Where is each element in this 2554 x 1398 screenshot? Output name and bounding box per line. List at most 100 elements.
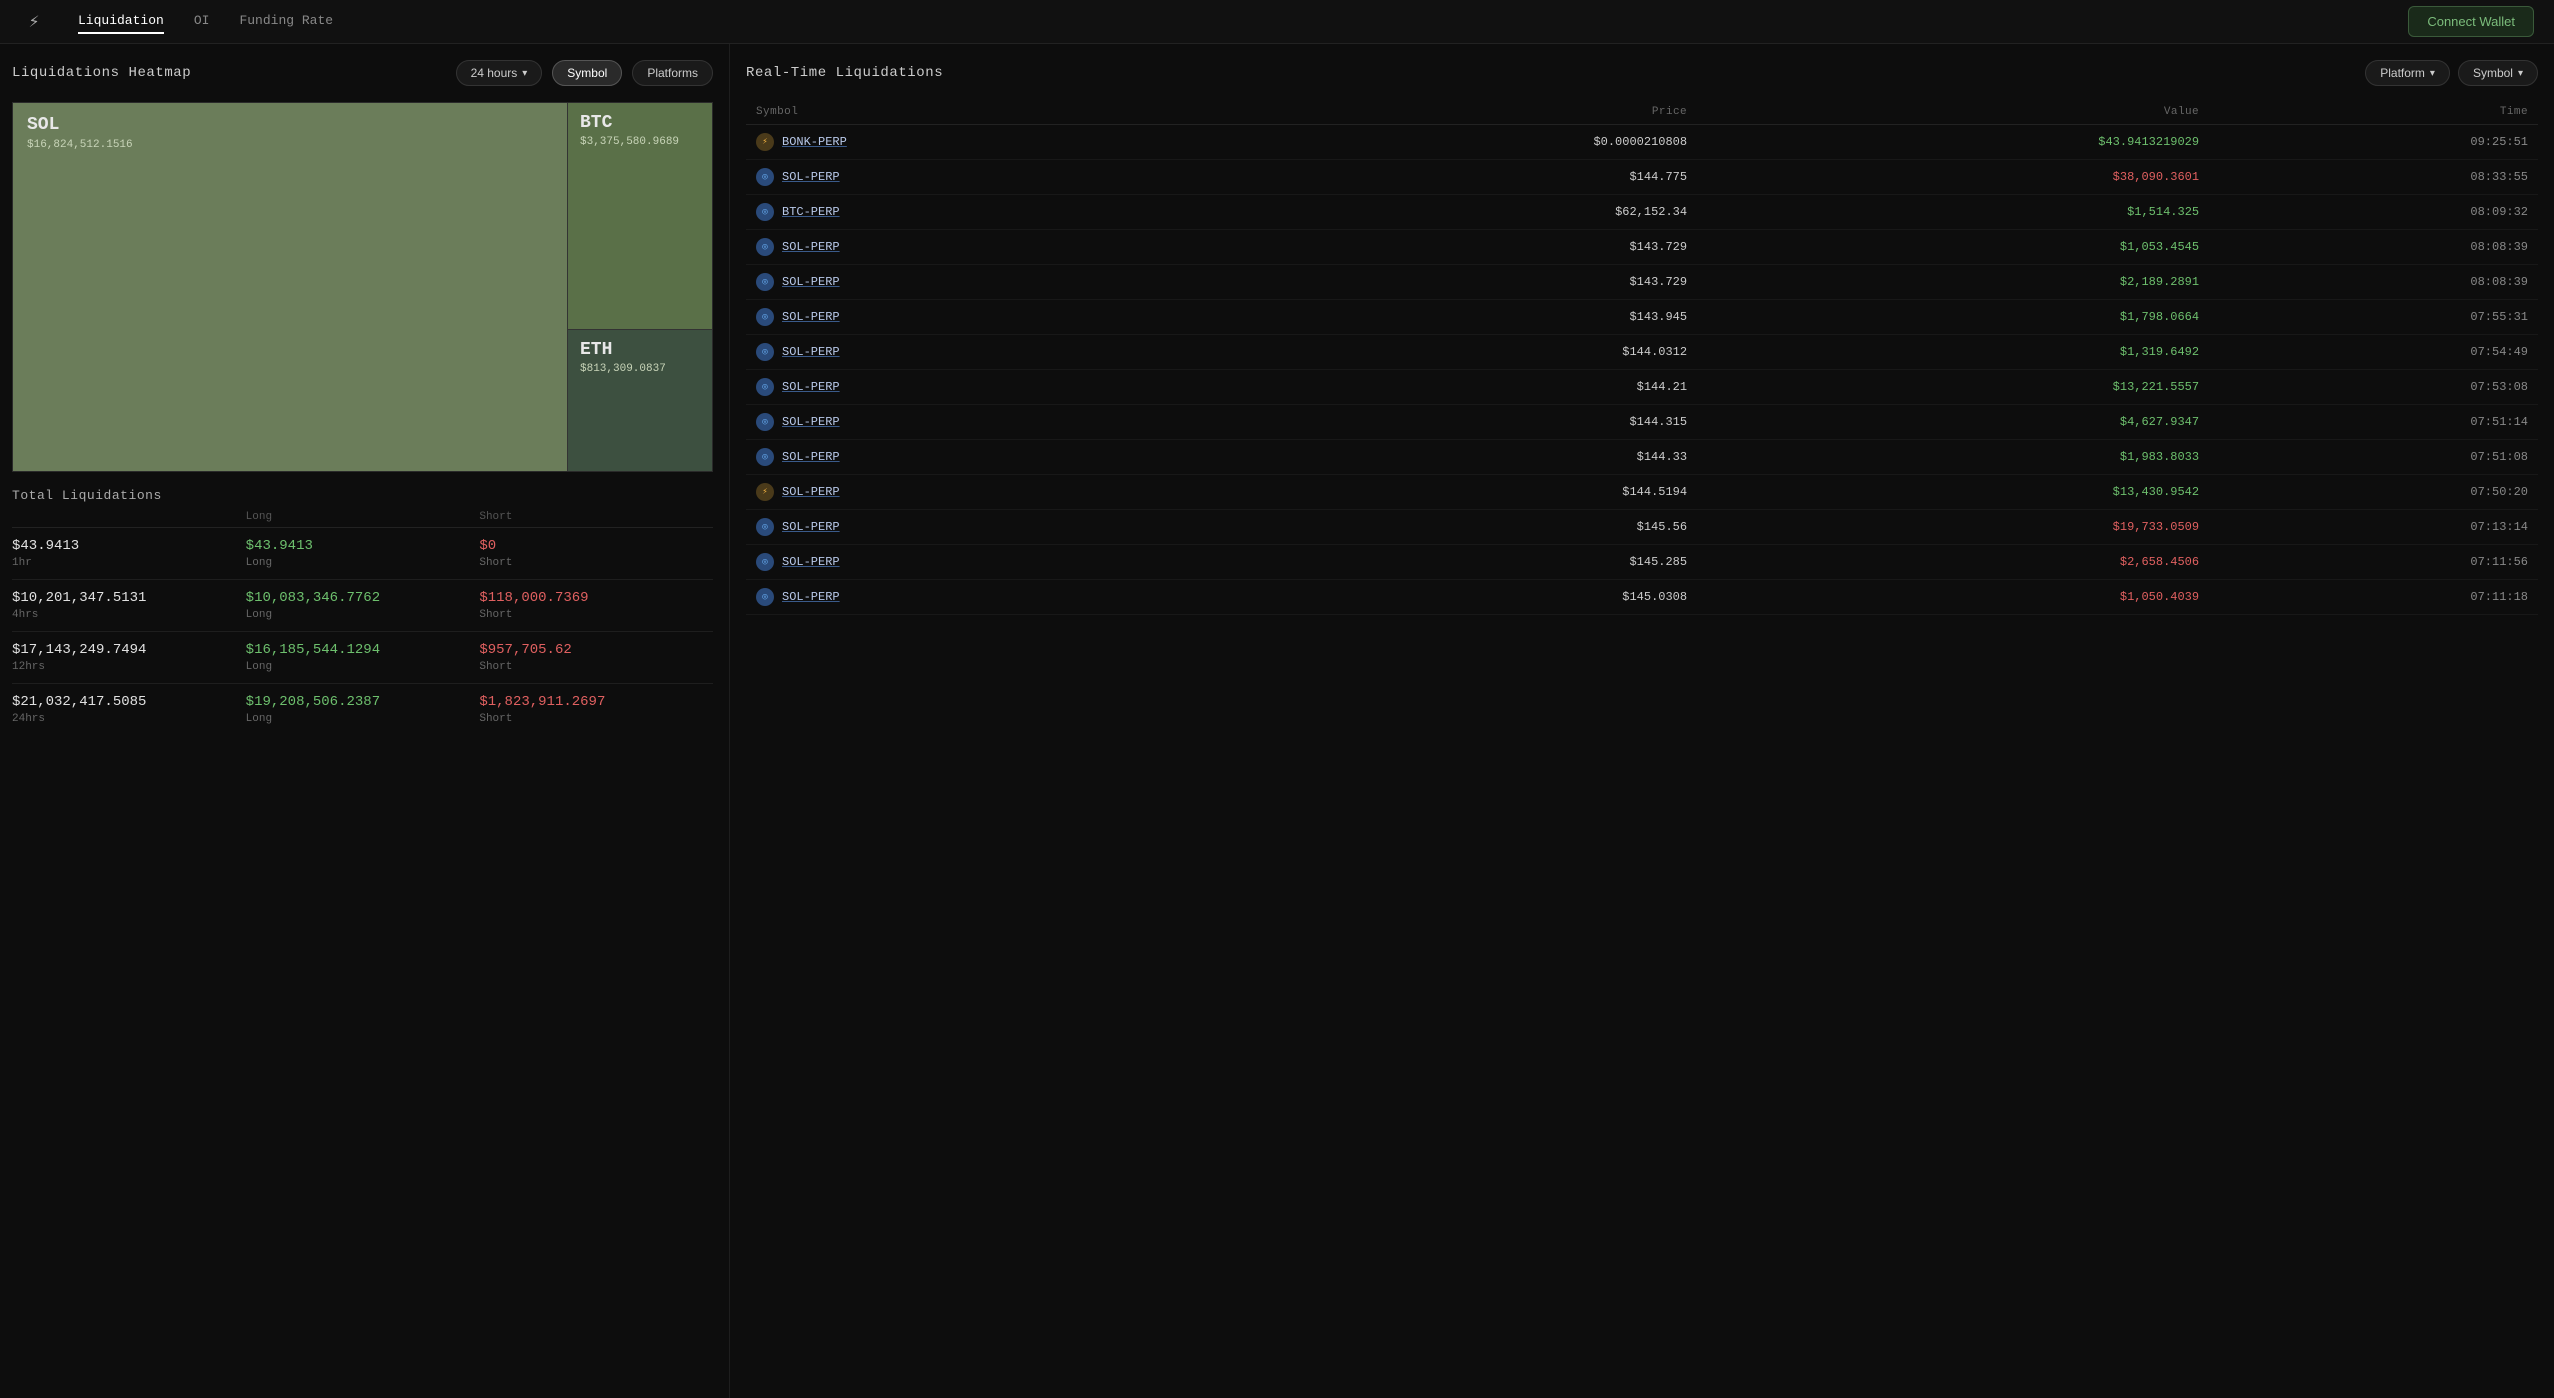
- cell-time: 07:11:56: [2209, 545, 2538, 580]
- platform-icon: ◎: [756, 343, 774, 361]
- cell-time: 07:51:08: [2209, 440, 2538, 475]
- stats-total: $21,032,417.5085: [12, 694, 246, 710]
- table-row: ◎ SOL-PERP $145.0308 $1,050.4039 07:11:1…: [746, 580, 2538, 615]
- table-row: ⚡ BONK-PERP $0.0000210808 $43.9413219029…: [746, 125, 2538, 160]
- nav-tab-funding-rate[interactable]: Funding Rate: [239, 9, 333, 34]
- symbol-link[interactable]: SOL-PERP: [782, 485, 840, 499]
- table-row: ◎ SOL-PERP $143.729 $1,053.4545 08:08:39: [746, 230, 2538, 265]
- cell-value: $19,733.0509: [1697, 510, 2209, 545]
- cell-price: $144.315: [1216, 405, 1698, 440]
- symbol-link[interactable]: SOL-PERP: [782, 450, 840, 464]
- nav-tab-oi[interactable]: OI: [194, 9, 210, 34]
- symbol-link[interactable]: SOL-PERP: [782, 240, 840, 254]
- stats-short-label: Short: [479, 713, 713, 725]
- cell-value: $1,983.8033: [1697, 440, 2209, 475]
- stats-long: $10,083,346.7762: [246, 590, 480, 606]
- stats-row: $21,032,417.5085 24hrs $19,208,506.2387 …: [12, 684, 713, 735]
- stats-period: 12hrs: [12, 661, 246, 673]
- stats-short-label: Short: [479, 609, 713, 621]
- table-row: ◎ SOL-PERP $145.285 $2,658.4506 07:11:56: [746, 545, 2538, 580]
- table-row: ◎ BTC-PERP $62,152.34 $1,514.325 08:09:3…: [746, 195, 2538, 230]
- symbol-link[interactable]: SOL-PERP: [782, 275, 840, 289]
- cell-value: $38,090.3601: [1697, 160, 2209, 195]
- stats-long: $19,208,506.2387: [246, 694, 480, 710]
- main-layout: Liquidations Heatmap 24 hours ▾ Symbol P…: [0, 44, 2554, 1398]
- stats-row: $43.9413 1hr $43.9413 Long $0 Short: [12, 528, 713, 580]
- logo-icon: ⚡: [20, 8, 48, 36]
- stats-row: $10,201,347.5131 4hrs $10,083,346.7762 L…: [12, 580, 713, 632]
- btc-value: $3,375,580.9689: [580, 136, 679, 148]
- table-row: ◎ SOL-PERP $145.56 $19,733.0509 07:13:14: [746, 510, 2538, 545]
- symbol-link[interactable]: SOL-PERP: [782, 310, 840, 324]
- platform-icon: ◎: [756, 203, 774, 221]
- col-header-value: Value: [1697, 100, 2209, 125]
- symbol-link[interactable]: SOL-PERP: [782, 345, 840, 359]
- cell-time: 07:11:18: [2209, 580, 2538, 615]
- cell-value: $13,430.9542: [1697, 475, 2209, 510]
- symbol-link[interactable]: SOL-PERP: [782, 170, 840, 184]
- cell-value: $1,319.6492: [1697, 335, 2209, 370]
- platform-icon: ◎: [756, 588, 774, 606]
- cell-value: $2,189.2891: [1697, 265, 2209, 300]
- platform-filter-button[interactable]: Platform ▾: [2365, 60, 2450, 86]
- symbol-filter-button-right[interactable]: Symbol ▾: [2458, 60, 2538, 86]
- cell-price: $144.5194: [1216, 475, 1698, 510]
- cell-symbol: ◎ SOL-PERP: [746, 300, 1216, 335]
- table-row: ◎ SOL-PERP $144.33 $1,983.8033 07:51:08: [746, 440, 2538, 475]
- platform-icon: ◎: [756, 168, 774, 186]
- sol-label: SOL: [27, 115, 553, 135]
- col-header-price: Price: [1216, 100, 1698, 125]
- platform-filter-label: Platform: [2380, 66, 2425, 80]
- stats-short-label: Short: [479, 661, 713, 673]
- stats-total: $43.9413: [12, 538, 246, 554]
- cell-symbol: ◎ SOL-PERP: [746, 580, 1216, 615]
- cell-value: $2,658.4506: [1697, 545, 2209, 580]
- stats-total: $10,201,347.5131: [12, 590, 246, 606]
- cell-value: $1,514.325: [1697, 195, 2209, 230]
- cell-symbol: ◎ SOL-PERP: [746, 545, 1216, 580]
- cell-time: 07:51:14: [2209, 405, 2538, 440]
- connect-wallet-button[interactable]: Connect Wallet: [2408, 6, 2534, 37]
- platform-icon: ◎: [756, 413, 774, 431]
- nav-tab-liquidation[interactable]: Liquidation: [78, 9, 164, 34]
- symbol-link[interactable]: SOL-PERP: [782, 415, 840, 429]
- cell-time: 07:50:20: [2209, 475, 2538, 510]
- platform-icon: ◎: [756, 378, 774, 396]
- stats-long-label: Long: [246, 609, 480, 621]
- platforms-filter-button[interactable]: Platforms: [632, 60, 713, 86]
- symbol-filter-button[interactable]: Symbol: [552, 60, 622, 86]
- col-header-time: Time: [2209, 100, 2538, 125]
- platforms-filter-label: Platforms: [647, 66, 698, 80]
- cell-symbol: ⚡ BONK-PERP: [746, 125, 1216, 160]
- cell-symbol: ◎ SOL-PERP: [746, 265, 1216, 300]
- stats-row: $17,143,249.7494 12hrs $16,185,544.1294 …: [12, 632, 713, 684]
- table-row: ◎ SOL-PERP $144.21 $13,221.5557 07:53:08: [746, 370, 2538, 405]
- platform-icon: ◎: [756, 448, 774, 466]
- col-long: Long: [246, 511, 480, 523]
- symbol-link[interactable]: SOL-PERP: [782, 590, 840, 604]
- cell-time: 07:54:49: [2209, 335, 2538, 370]
- cell-price: $145.0308: [1216, 580, 1698, 615]
- chevron-down-icon-2: ▾: [2430, 68, 2435, 79]
- cell-symbol: ⚡ SOL-PERP: [746, 475, 1216, 510]
- stats-short: $0: [479, 538, 713, 554]
- heatmap-header: Liquidations Heatmap 24 hours ▾ Symbol P…: [12, 60, 713, 86]
- stats-total: $17,143,249.7494: [12, 642, 246, 658]
- cell-time: 08:08:39: [2209, 265, 2538, 300]
- cell-symbol: ◎ SOL-PERP: [746, 440, 1216, 475]
- stats-period: 1hr: [12, 557, 246, 569]
- btc-label: BTC: [580, 113, 612, 133]
- liquidations-table-wrapper[interactable]: Symbol Price Value Time ⚡ BONK-PERP $0.0…: [746, 100, 2538, 1382]
- symbol-link[interactable]: BONK-PERP: [782, 135, 847, 149]
- symbol-link[interactable]: SOL-PERP: [782, 380, 840, 394]
- symbol-link[interactable]: SOL-PERP: [782, 520, 840, 534]
- symbol-link[interactable]: BTC-PERP: [782, 205, 840, 219]
- cell-value: $43.9413219029: [1697, 125, 2209, 160]
- cell-time: 08:09:32: [2209, 195, 2538, 230]
- table-row: ◎ SOL-PERP $144.775 $38,090.3601 08:33:5…: [746, 160, 2538, 195]
- platform-icon: ◎: [756, 518, 774, 536]
- stats-long: $43.9413: [246, 538, 480, 554]
- symbol-link[interactable]: SOL-PERP: [782, 555, 840, 569]
- stats-period: 24hrs: [12, 713, 246, 725]
- time-filter-button[interactable]: 24 hours ▾: [456, 60, 543, 86]
